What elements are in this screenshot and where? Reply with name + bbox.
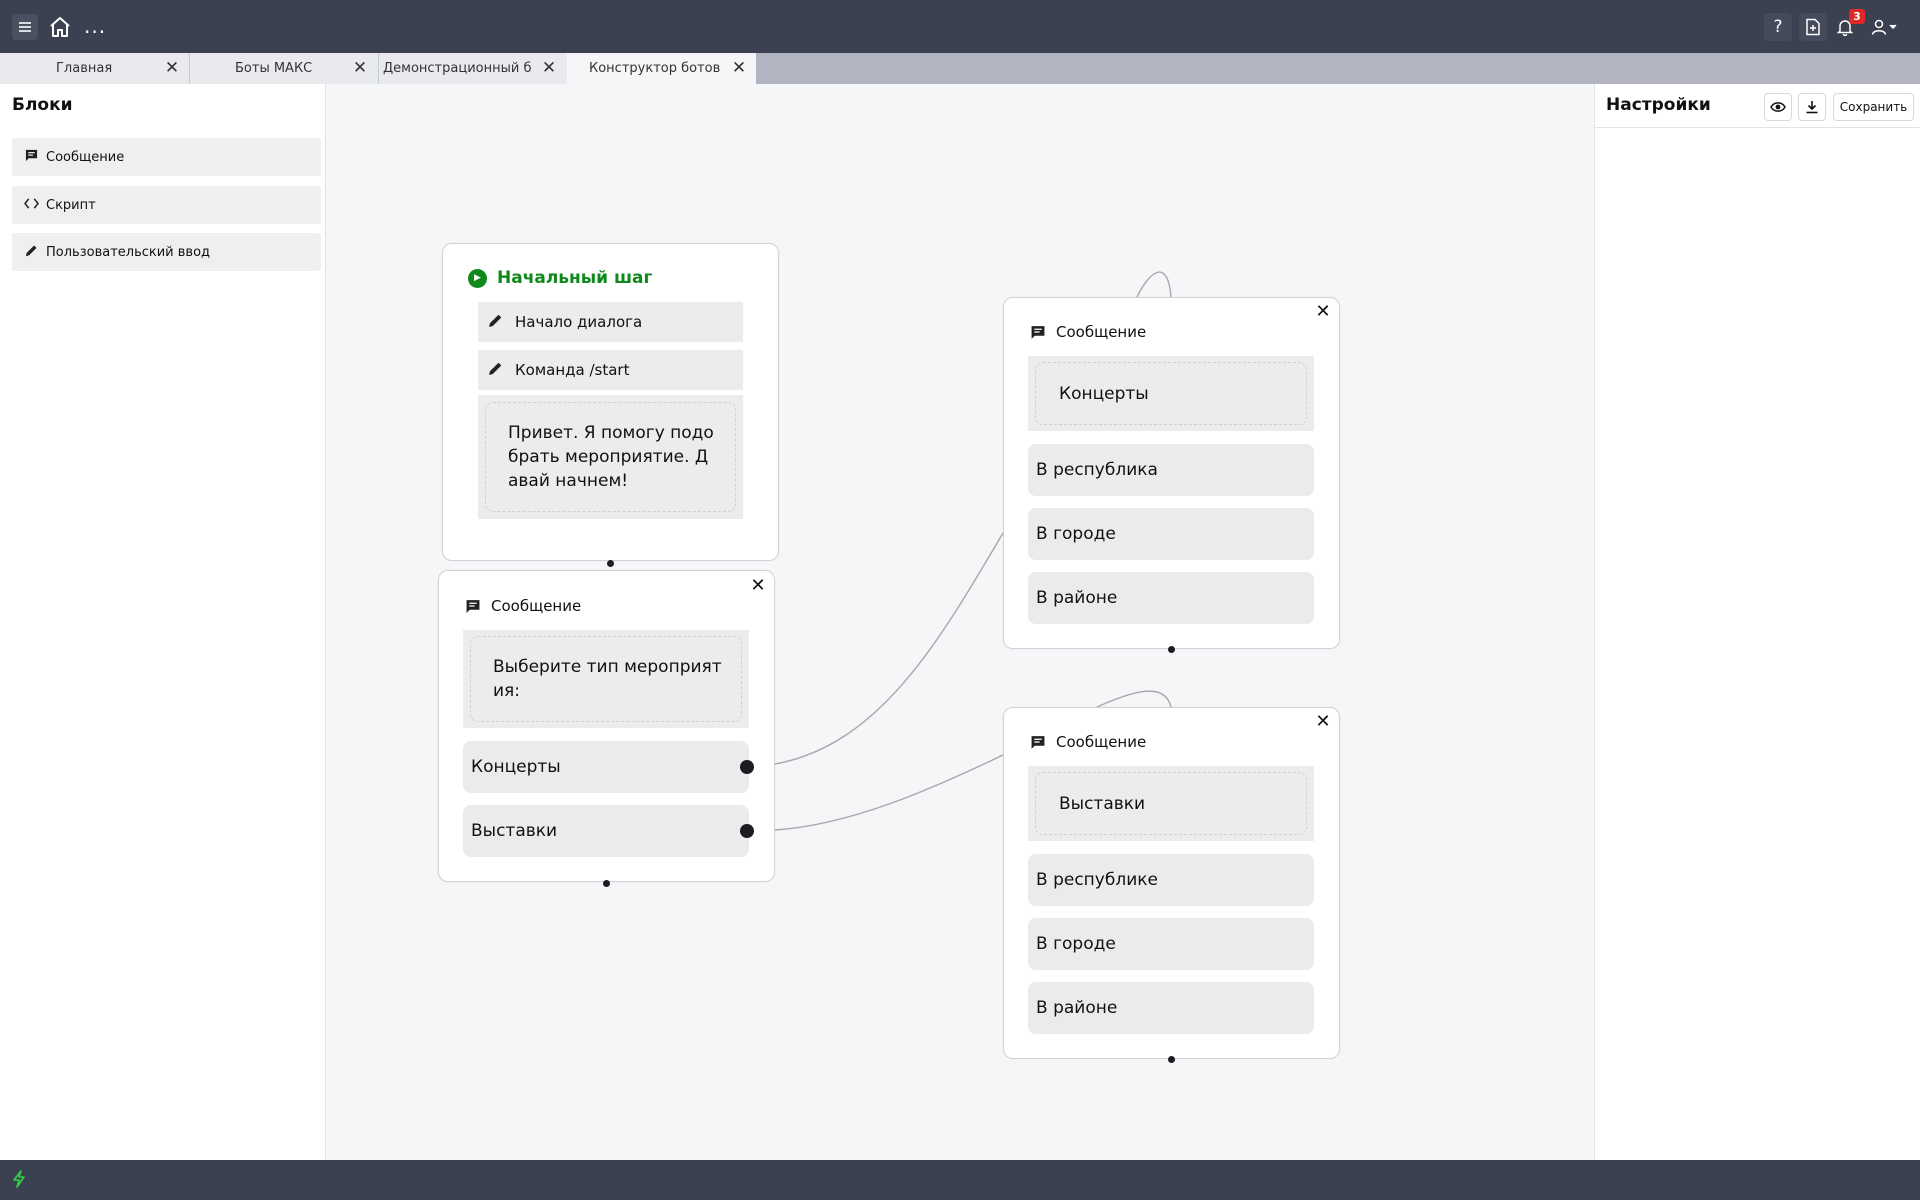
start-node-output-port[interactable] [607, 560, 614, 567]
button-label: Концерты [471, 757, 561, 777]
message-line: брать мероприятие. Д [508, 447, 709, 467]
block-label: Сообщение [46, 149, 125, 165]
start-message[interactable]: Привет. Я помогу подо брать мероприятие.… [485, 402, 736, 512]
eye-icon[interactable] [1764, 93, 1792, 121]
node-type-label: Сообщение [491, 597, 582, 615]
close-icon[interactable]: ✕ [731, 60, 747, 77]
concerts-button-district[interactable]: В районе [1028, 572, 1314, 624]
choice-button-concerts[interactable]: Концерты [463, 741, 749, 793]
tab-label: Конструктор ботов [589, 61, 721, 76]
trigger-label: Начало диалога [515, 313, 643, 331]
settings-divider [1595, 127, 1920, 128]
block-user-input[interactable]: Пользовательский ввод [12, 233, 321, 271]
close-icon[interactable]: ✕ [1315, 303, 1331, 321]
exhibitions-node-output-port[interactable] [1168, 1056, 1175, 1063]
settings-panel-title: Настройки [1606, 95, 1711, 115]
trigger-dialog-start[interactable]: Начало диалога [478, 302, 743, 342]
button-label: В городе [1036, 524, 1116, 544]
tab-label: Главная [56, 61, 113, 76]
concerts-output-port[interactable] [740, 760, 754, 774]
blocks-panel: Блоки Сообщение Скрипт Пользовательский … [0, 84, 326, 1160]
node-type-label: Сообщение [1056, 323, 1147, 341]
message-icon [465, 598, 481, 614]
concerts-node-header: Сообщение [1030, 323, 1146, 341]
tab-bots-max[interactable]: Боты МАКС ✕ [189, 53, 378, 84]
block-label: Скрипт [46, 197, 96, 213]
close-icon[interactable]: ✕ [750, 577, 766, 595]
save-button[interactable]: Сохранить [1833, 93, 1914, 121]
concerts-message[interactable]: Концерты [1035, 362, 1307, 425]
button-label: В городе [1036, 934, 1116, 954]
hamburger-icon[interactable] [12, 14, 38, 40]
home-icon[interactable] [46, 13, 74, 41]
close-icon[interactable]: ✕ [164, 60, 180, 77]
start-node-title: Начальный шаг [497, 268, 653, 288]
download-icon[interactable] [1798, 93, 1826, 121]
exhibitions-output-port[interactable] [740, 824, 754, 838]
play-icon: ▶ [468, 268, 487, 288]
concerts-button-city[interactable]: В городе [1028, 508, 1314, 560]
choice-node-output-port[interactable] [603, 880, 610, 887]
document-plus-icon[interactable] [1799, 13, 1827, 41]
button-label: В районе [1036, 588, 1118, 608]
start-node-header: ▶ Начальный шаг [468, 268, 652, 288]
button-label: В районе [1036, 998, 1118, 1018]
pencil-icon [487, 313, 503, 332]
trigger-start-command[interactable]: Команда /start [478, 350, 743, 390]
message-icon [1030, 734, 1046, 750]
message-line: Выберите тип мероприят [493, 657, 722, 677]
lightning-icon [12, 1170, 26, 1193]
concerts-node-output-port[interactable] [1168, 646, 1175, 653]
node-type-label: Сообщение [1056, 733, 1147, 751]
close-icon[interactable]: ✕ [1315, 713, 1331, 731]
exhibitions-button-district[interactable]: В районе [1028, 982, 1314, 1034]
exhibitions-button-city[interactable]: В городе [1028, 918, 1314, 970]
blocks-panel-title: Блоки [12, 95, 73, 115]
message-icon [24, 149, 38, 166]
exhibitions-message[interactable]: Выставки [1035, 772, 1307, 835]
exhibitions-button-republic[interactable]: В республике [1028, 854, 1314, 906]
user-icon[interactable] [1868, 13, 1902, 41]
trigger-label: Команда /start [515, 361, 630, 379]
close-icon[interactable]: ✕ [541, 60, 557, 77]
choice-button-exhibitions[interactable]: Выставки [463, 805, 749, 857]
message-line: Привет. Я помогу подо [508, 423, 714, 443]
block-label: Пользовательский ввод [46, 244, 211, 260]
notifications-badge: 3 [1849, 9, 1865, 24]
close-icon[interactable]: ✕ [352, 60, 368, 77]
tab-label: Боты МАКС [235, 61, 313, 76]
button-label: В республике [1036, 870, 1158, 890]
choice-message[interactable]: Выберите тип мероприят ия: [470, 636, 742, 722]
button-label: В республика [1036, 460, 1158, 480]
code-icon [24, 197, 39, 214]
message-line: авай начнем! [508, 471, 629, 491]
tab-demo-bot[interactable]: Демонстрационный б... ✕ [378, 53, 567, 84]
exhibitions-node-header: Сообщение [1030, 733, 1146, 751]
tab-label: Демонстрационный б... [383, 61, 531, 76]
button-label: Выставки [471, 821, 558, 841]
status-bar [0, 1160, 1920, 1200]
tab-separator [378, 53, 379, 84]
tab-home[interactable]: Главная ✕ [0, 53, 189, 84]
tab-bar: Главная ✕ Боты МАКС ✕ Демонстрационный б… [0, 53, 1920, 84]
top-bar: ... ? 3 [0, 0, 1920, 53]
tab-bot-builder[interactable]: Конструктор ботов ✕ [567, 53, 756, 84]
choice-node-header: Сообщение [465, 597, 581, 615]
message-icon [1030, 324, 1046, 340]
message-line: ия: [493, 681, 521, 701]
help-button[interactable]: ? [1764, 13, 1792, 41]
settings-panel: Настройки [1594, 84, 1920, 1160]
block-message[interactable]: Сообщение [12, 138, 321, 176]
more-button[interactable]: ... [84, 14, 106, 38]
block-script[interactable]: Скрипт [12, 186, 321, 224]
tab-separator [189, 53, 190, 84]
pencil-icon [487, 361, 503, 380]
pencil-icon [24, 244, 38, 261]
concerts-button-republic[interactable]: В республика [1028, 444, 1314, 496]
